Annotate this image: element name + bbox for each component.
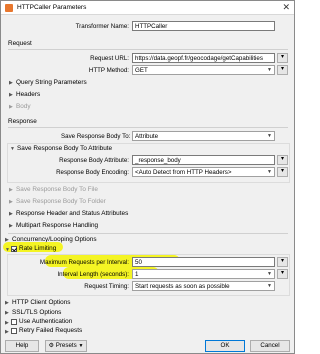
transformer-name-label: Transformer Name: bbox=[75, 23, 129, 30]
http-method-value: GET bbox=[135, 67, 148, 74]
chevron-right-icon: ▶ bbox=[9, 80, 13, 86]
body-encoding-label: Response Body Encoding: bbox=[56, 169, 129, 176]
use-authentication-checkbox[interactable] bbox=[11, 319, 17, 325]
encoding-options-button[interactable]: ▾ bbox=[277, 167, 288, 177]
chevron-down-icon: ▼ bbox=[267, 133, 272, 139]
body-encoding-value: <Auto Detect from HTTP Headers> bbox=[135, 169, 232, 176]
retry-failed-label: Retry Failed Requests bbox=[19, 327, 83, 334]
headers-group[interactable]: Headers bbox=[16, 91, 40, 98]
query-string-parameters-group[interactable]: Query String Parameters bbox=[16, 79, 87, 86]
body-attribute-input[interactable]: _response_body bbox=[132, 155, 275, 165]
save-body-to-label: Save Response Body To: bbox=[61, 133, 131, 140]
transformer-name-input[interactable]: HTTPCaller bbox=[132, 21, 275, 31]
request-section-label: Request bbox=[8, 40, 32, 47]
divider bbox=[8, 233, 288, 234]
chevron-right-icon: ▶ bbox=[9, 223, 13, 229]
interval-length-value: 1 bbox=[135, 271, 139, 278]
chevron-right-icon: ▶ bbox=[5, 310, 9, 316]
interval-length-select[interactable]: 1 ▼ bbox=[132, 269, 275, 279]
title-bar: HTTPCaller Parameters ✕ bbox=[1, 1, 294, 15]
response-section-label: Response bbox=[8, 118, 37, 125]
interval-options-button[interactable]: ▾ bbox=[277, 269, 288, 279]
save-to-attribute-header[interactable]: Save Response Body To Attribute bbox=[17, 145, 112, 152]
chevron-down-icon: ▼ bbox=[267, 271, 272, 277]
ssl-tls-options-group[interactable]: SSL/TLS Options bbox=[12, 309, 61, 316]
presets-button[interactable]: ⚙ Presets ▼ bbox=[45, 340, 87, 352]
multipart-handling-group[interactable]: Multipart Response Handling bbox=[16, 222, 98, 229]
use-authentication-label: Use Authentication bbox=[19, 318, 73, 325]
chevron-down-icon: ▼ bbox=[5, 247, 10, 253]
body-group[interactable]: Body bbox=[16, 103, 31, 110]
gear-icon: ⚙ bbox=[48, 343, 54, 349]
divider bbox=[8, 49, 288, 50]
chevron-down-icon: ▼ bbox=[267, 169, 272, 175]
body-attribute-label: Response Body Attribute: bbox=[59, 157, 129, 164]
http-client-options-group[interactable]: HTTP Client Options bbox=[12, 299, 70, 306]
max-requests-label: Maximum Requests per Interval: bbox=[39, 259, 129, 266]
rate-limiting-checkbox[interactable] bbox=[11, 246, 17, 252]
chevron-right-icon: ▶ bbox=[5, 320, 9, 326]
divider bbox=[8, 127, 288, 128]
save-body-to-value: Attribute bbox=[135, 133, 159, 140]
chevron-down-icon: ▼ bbox=[10, 146, 15, 152]
url-options-button[interactable]: ▾ bbox=[277, 53, 288, 63]
max-requests-input[interactable]: 50 bbox=[132, 257, 275, 267]
presets-label: Presets bbox=[55, 342, 77, 349]
chevron-right-icon: ▶ bbox=[9, 92, 13, 98]
ok-button[interactable]: OK bbox=[205, 340, 245, 352]
chevron-right-icon: ▶ bbox=[9, 199, 13, 205]
retry-failed-checkbox[interactable] bbox=[11, 328, 17, 334]
request-timing-select[interactable]: Start requests as soon as possible ▼ bbox=[132, 281, 275, 291]
chevron-down-icon: ▼ bbox=[267, 67, 272, 73]
header-status-attributes-group[interactable]: Response Header and Status Attributes bbox=[16, 210, 128, 217]
request-url-label: Request URL: bbox=[90, 55, 129, 62]
interval-length-label: Interval Length (seconds): bbox=[57, 271, 129, 278]
chevron-down-icon: ▼ bbox=[267, 283, 272, 289]
dialog-window: HTTPCaller Parameters ✕ Transformer Name… bbox=[0, 0, 295, 354]
save-to-folder-group[interactable]: Save Response Body To Folder bbox=[16, 198, 106, 205]
method-options-button[interactable]: ▾ bbox=[277, 65, 288, 75]
http-method-label: HTTP Method: bbox=[88, 67, 129, 74]
chevron-down-icon: ▼ bbox=[78, 343, 84, 349]
chevron-right-icon: ▶ bbox=[9, 211, 13, 217]
save-body-to-select[interactable]: Attribute ▼ bbox=[132, 131, 275, 141]
request-timing-value: Start requests as soon as possible bbox=[135, 283, 230, 290]
chevron-right-icon: ▶ bbox=[9, 104, 13, 110]
close-icon[interactable]: ✕ bbox=[282, 2, 290, 13]
request-url-input[interactable]: https://data.geopf.fr/geocodage/getCapab… bbox=[132, 53, 275, 63]
fme-app-icon bbox=[5, 4, 13, 12]
help-button[interactable]: Help bbox=[5, 340, 39, 352]
chevron-right-icon: ▶ bbox=[9, 187, 13, 193]
attribute-options-button[interactable]: ▾ bbox=[277, 155, 288, 165]
max-requests-options-button[interactable]: ▾ bbox=[277, 257, 288, 267]
cancel-button[interactable]: Cancel bbox=[250, 340, 290, 352]
save-to-file-group[interactable]: Save Response Body To File bbox=[16, 186, 98, 193]
http-method-select[interactable]: GET ▼ bbox=[132, 65, 275, 75]
chevron-right-icon: ▶ bbox=[5, 300, 9, 306]
chevron-right-icon: ▶ bbox=[5, 329, 9, 335]
request-timing-label: Request Timing: bbox=[84, 283, 129, 290]
rate-limiting-label: Rate Limiting bbox=[19, 245, 57, 252]
window-title: HTTPCaller Parameters bbox=[17, 4, 87, 11]
body-encoding-select[interactable]: <Auto Detect from HTTP Headers> ▼ bbox=[132, 167, 275, 177]
